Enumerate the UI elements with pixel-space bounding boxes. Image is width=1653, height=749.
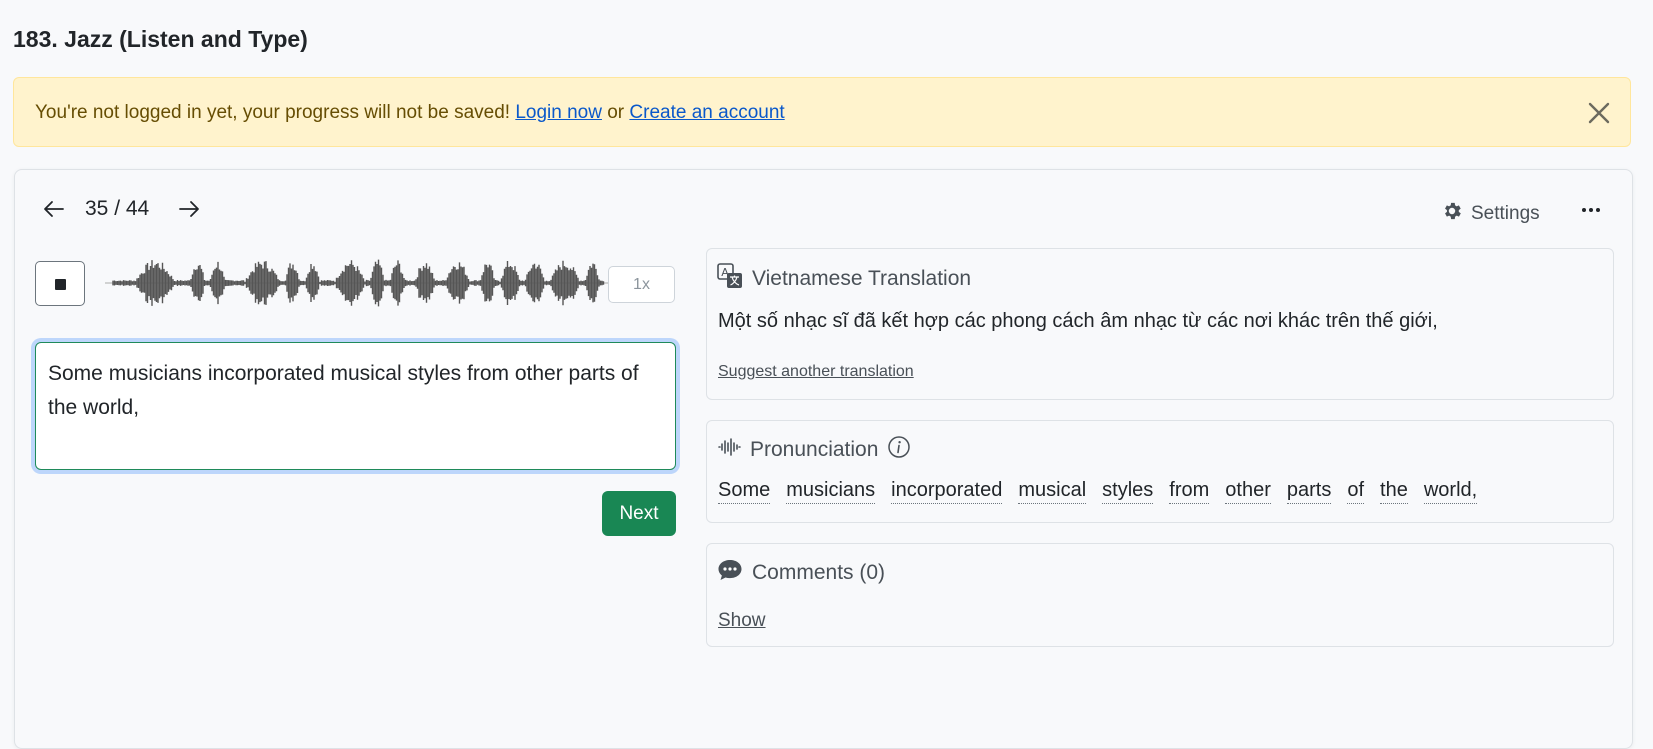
gear-icon (1441, 200, 1463, 228)
pronunciation-word[interactable]: from (1169, 479, 1210, 504)
settings-button[interactable]: Settings (1441, 200, 1540, 228)
more-horizontal-icon[interactable] (1580, 202, 1602, 218)
answer-input[interactable] (35, 342, 676, 470)
suggest-translation-link[interactable]: Suggest another translation (718, 363, 914, 380)
pronunciation-title: Pronunciation (750, 438, 879, 461)
stop-icon (55, 279, 66, 290)
pronunciation-word[interactable]: musical (1018, 479, 1087, 504)
translation-panel: A Vietnamese Translation Một số nhạc sĩ … (706, 248, 1614, 400)
pronunciation-panel: Pronunciation Some musicians incorporated m… (706, 420, 1614, 523)
arrow-right-icon[interactable] (175, 197, 203, 221)
pronunciation-word[interactable]: styles (1102, 479, 1154, 504)
chat-icon (717, 558, 743, 588)
stop-button[interactable] (35, 261, 85, 306)
exercise-card: 35 / 44 Settings 1x Next A Viet (14, 169, 1633, 749)
translation-text: Một số nhạc sĩ đã kết hợp các phong cách… (718, 310, 1438, 332)
alert-message: You're not logged in yet, your progress … (35, 102, 511, 123)
pronunciation-word[interactable]: parts (1286, 479, 1332, 504)
pronunciation-word[interactable]: musicians (786, 479, 876, 504)
pronunciation-word[interactable]: world, (1423, 479, 1478, 504)
sentence-counter: 35 / 44 (85, 197, 150, 220)
pronunciation-word[interactable]: of (1347, 479, 1365, 504)
pronunciation-word[interactable]: other (1225, 479, 1271, 504)
alert-text: You're not logged in yet, your progress … (35, 102, 785, 124)
pronunciation-words: Some musicians incorporated musical styles fr… (718, 479, 1478, 504)
soundwave-icon (717, 435, 741, 465)
pronunciation-word[interactable]: incorporated (891, 479, 1003, 504)
login-alert: You're not logged in yet, your progress … (13, 77, 1631, 147)
info-icon[interactable] (887, 435, 911, 465)
next-button[interactable]: Next (602, 491, 676, 536)
audio-waveform[interactable] (105, 248, 615, 318)
create-account-link[interactable]: Create an account (629, 102, 784, 123)
comments-panel: Comments (0) Show (706, 543, 1614, 647)
comments-title: Comments (0) (752, 561, 886, 584)
playback-speed[interactable]: 1x (608, 266, 675, 303)
alert-or: or (607, 102, 625, 123)
close-icon[interactable] (1586, 100, 1612, 126)
show-comments-link[interactable]: Show (718, 610, 766, 631)
page-title: 183. Jazz (Listen and Type) (13, 26, 308, 52)
settings-label: Settings (1471, 203, 1540, 224)
translation-title: Vietnamese Translation (752, 267, 972, 290)
arrow-left-icon[interactable] (41, 197, 69, 221)
pronunciation-word[interactable]: the (1380, 479, 1408, 504)
pronunciation-word[interactable]: Some (718, 479, 771, 504)
translate-icon: A (717, 263, 743, 295)
login-link[interactable]: Login now (515, 102, 602, 123)
